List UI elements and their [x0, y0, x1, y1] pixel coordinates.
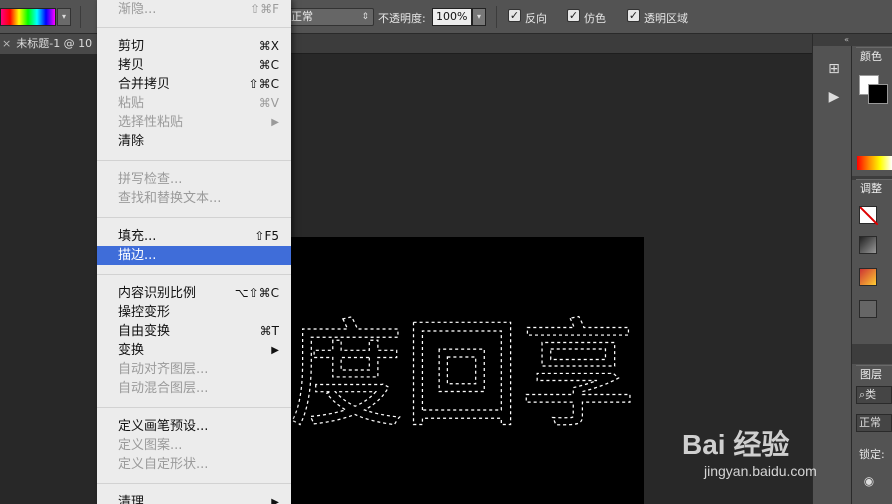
transparency-label: 透明区域	[644, 12, 688, 25]
submenu-arrow-icon: ▶	[271, 117, 279, 128]
selection-text: 度回享	[288, 308, 636, 443]
gradient-dropdown-icon[interactable]: ▾	[57, 8, 71, 26]
close-icon[interactable]: ×	[2, 37, 11, 50]
gradient-map-icon[interactable]	[859, 268, 877, 286]
gradient-picker[interactable]	[0, 8, 56, 26]
reverse-label: 反向	[525, 12, 547, 25]
menu-item-fill[interactable]: 填充... ⇧F5	[97, 227, 291, 246]
menu-item-puppet-warp[interactable]: 操控变形	[97, 303, 291, 322]
document-tab[interactable]: × 未标题-1 @ 10	[0, 34, 110, 54]
chevron-updown-icon: ⇕	[361, 12, 369, 22]
dither-label: 仿色	[584, 12, 606, 25]
submenu-arrow-icon: ▶	[271, 345, 279, 356]
edit-menu: 渐隐... ⇧⌘F 剪切 ⌘X 拷贝 ⌘C 合并拷贝 ⇧⌘C 粘贴 ⌘V 选择性粘贴 ▶ 清…	[97, 0, 291, 504]
watermark-brand: Bai 经验	[682, 429, 790, 460]
history-icon[interactable]: ⊞	[825, 60, 843, 78]
menu-item-find-replace: 查找和替换文本...	[118, 191, 222, 206]
baidu-watermark: Bai 经验 jingyan.baidu.com	[682, 405, 892, 504]
menu-item-fade: 渐隐... ⇧⌘F	[118, 2, 279, 17]
tab-layers[interactable]: 图层	[856, 365, 892, 383]
no-adjustment-icon[interactable]	[859, 206, 879, 226]
opacity-dropdown-icon[interactable]: ▾	[472, 8, 486, 26]
menu-item-copy[interactable]: 拷贝 ⌘C	[97, 56, 291, 75]
transparency-checkbox[interactable]: ✓	[627, 9, 640, 22]
menu-item-define-brush[interactable]: 定义画笔预设...	[97, 417, 291, 436]
menu-separator	[97, 27, 291, 28]
watermark-url: jingyan.baidu.com	[704, 463, 817, 479]
menu-item-transform[interactable]: 变换 ▶	[97, 341, 291, 360]
options-separator	[496, 6, 497, 28]
menu-item-paste-special: 选择性粘贴 ▶	[118, 115, 279, 130]
menu-separator	[97, 407, 291, 408]
menu-item-auto-align: 自动对齐图层...	[118, 362, 209, 377]
menu-separator	[97, 217, 291, 218]
layer-kind-filter[interactable]: ⌕类	[856, 386, 892, 404]
menu-item-define-shape: 定义自定形状...	[118, 457, 209, 472]
menu-separator	[97, 160, 291, 161]
menu-item-stroke[interactable]: 描边...	[97, 246, 291, 265]
menu-item-purge[interactable]: 清理 ▶	[97, 493, 291, 504]
menu-item-auto-blend: 自动混合图层...	[118, 381, 209, 396]
opacity-input[interactable]: 100%	[432, 8, 472, 26]
reverse-checkbox[interactable]: ✓	[508, 9, 521, 22]
submenu-arrow-icon: ▶	[271, 497, 279, 504]
menu-item-content-aware-scale[interactable]: 内容识别比例 ⌥⇧⌘C	[97, 284, 291, 303]
dither-checkbox[interactable]: ✓	[567, 9, 580, 22]
tab-adjustments[interactable]: 调整	[856, 179, 892, 197]
menu-item-copy-merged[interactable]: 合并拷贝 ⇧⌘C	[97, 75, 291, 94]
menu-item-free-transform[interactable]: 自由变换 ⌘T	[97, 322, 291, 341]
panel-header	[852, 34, 892, 46]
background-color-swatch[interactable]	[868, 84, 888, 104]
play-actions-icon[interactable]: ▶	[825, 88, 843, 106]
panel-divider	[852, 344, 892, 364]
mode-value: 正常	[291, 10, 313, 23]
menu-item-spell-check: 拼写检查...	[118, 172, 183, 187]
document-title: 未标题-1 @ 10	[16, 37, 93, 50]
levels-adjustment-icon[interactable]	[859, 236, 877, 254]
tab-color[interactable]: 颜色	[856, 47, 892, 65]
menu-separator	[97, 483, 291, 484]
menu-item-define-pattern: 定义图案...	[118, 438, 183, 453]
solid-color-adjustment-icon[interactable]	[859, 300, 877, 318]
menu-separator	[97, 274, 291, 275]
options-separator	[80, 6, 81, 28]
collapse-arrows-icon[interactable]: «	[813, 34, 853, 46]
menu-item-cut[interactable]: 剪切 ⌘X	[97, 37, 291, 56]
menu-item-paste: 粘贴 ⌘V	[118, 96, 279, 111]
color-spectrum[interactable]	[857, 156, 892, 170]
mode-select[interactable]: 正常 ⇕	[286, 8, 374, 26]
menu-item-clear[interactable]: 清除	[97, 132, 291, 151]
opacity-label: 不透明度:	[378, 12, 426, 25]
